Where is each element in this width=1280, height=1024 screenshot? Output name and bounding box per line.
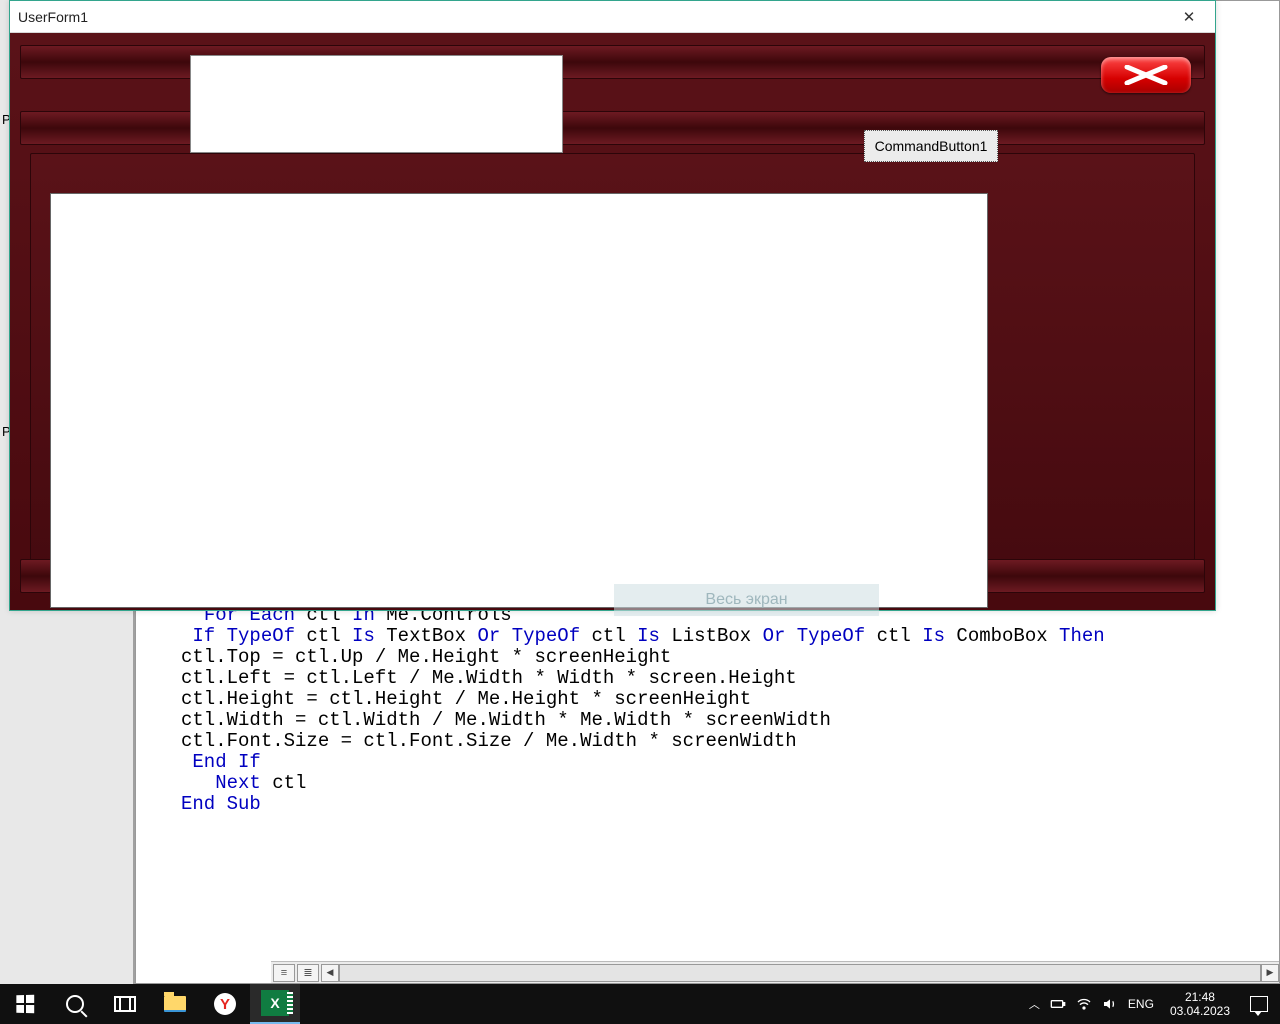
window-close-button[interactable]: ✕ bbox=[1167, 4, 1211, 30]
taskbar-date: 03.04.2023 bbox=[1170, 1004, 1230, 1018]
fullscreen-label-text: Весь экран bbox=[705, 591, 787, 609]
yandex-icon: Y bbox=[214, 993, 236, 1015]
scroll-right-button[interactable] bbox=[1261, 964, 1279, 982]
start-button[interactable] bbox=[0, 984, 50, 1024]
search-icon bbox=[66, 995, 84, 1013]
notification-icon bbox=[1250, 996, 1268, 1012]
userform-title: UserForm1 bbox=[18, 9, 1167, 25]
folder-icon bbox=[164, 996, 186, 1012]
taskview-icon bbox=[114, 996, 136, 1012]
yandex-taskbar-button[interactable]: Y bbox=[200, 984, 250, 1024]
fullscreen-label[interactable]: Весь экран bbox=[614, 584, 879, 616]
taskview-button[interactable] bbox=[100, 984, 150, 1024]
tray-overflow-button[interactable]: ︿ bbox=[1029, 996, 1040, 1012]
system-tray: ︿ ENG bbox=[1021, 996, 1162, 1012]
action-center-button[interactable] bbox=[1238, 984, 1280, 1024]
taskbar-clock[interactable]: 21:48 03.04.2023 bbox=[1162, 990, 1238, 1018]
language-indicator[interactable]: ENG bbox=[1128, 997, 1154, 1011]
vba-code-hscroll[interactable]: ≡ ≣ bbox=[271, 961, 1279, 983]
wifi-icon[interactable] bbox=[1076, 996, 1092, 1012]
red-close-button[interactable] bbox=[1101, 57, 1191, 93]
taskbar: Y X ︿ ENG 21:48 03.04.2023 bbox=[0, 984, 1280, 1024]
x-icon bbox=[1123, 65, 1169, 85]
top-textbox[interactable] bbox=[190, 55, 563, 153]
volume-icon[interactable] bbox=[1102, 996, 1118, 1012]
userform-window: UserForm1 ✕ CommandButton1 Весь экран bbox=[9, 0, 1216, 611]
command-button-1[interactable]: CommandButton1 bbox=[864, 130, 998, 162]
explorer-taskbar-button[interactable] bbox=[150, 984, 200, 1024]
search-button[interactable] bbox=[50, 984, 100, 1024]
excel-icon: X bbox=[261, 990, 289, 1016]
excel-taskbar-button[interactable]: X bbox=[250, 984, 300, 1024]
vba-code-text: For Each ctl In Me.Controls If TypeOf ct… bbox=[181, 605, 1105, 815]
userform-titlebar[interactable]: UserForm1 ✕ bbox=[10, 1, 1215, 33]
userform-client-area: CommandButton1 Весь экран bbox=[10, 33, 1215, 610]
view-mode-button[interactable]: ≣ bbox=[297, 964, 319, 982]
close-icon: ✕ bbox=[1183, 8, 1196, 26]
view-mode-button[interactable]: ≡ bbox=[273, 964, 295, 982]
command-button-label: CommandButton1 bbox=[875, 138, 988, 154]
scroll-track[interactable] bbox=[339, 964, 1261, 982]
main-listbox[interactable] bbox=[50, 193, 988, 608]
scroll-left-button[interactable] bbox=[321, 964, 339, 982]
battery-icon[interactable] bbox=[1050, 996, 1066, 1012]
windows-icon bbox=[16, 995, 34, 1014]
taskbar-time: 21:48 bbox=[1170, 990, 1230, 1004]
